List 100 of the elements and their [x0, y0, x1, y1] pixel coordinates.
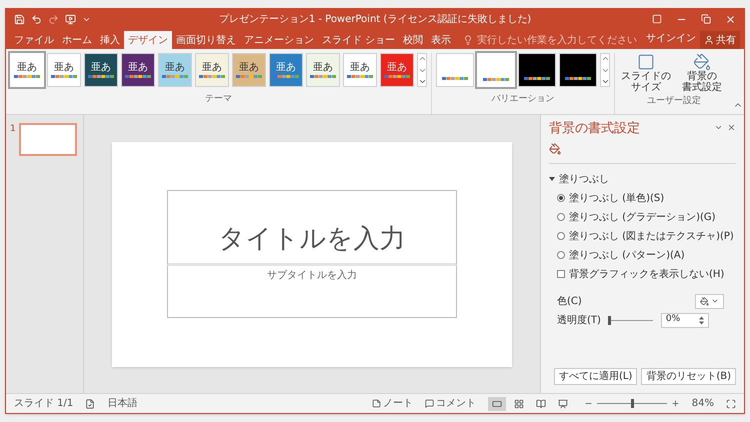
slide-thumbnail[interactable]: [18, 123, 77, 156]
section-header[interactable]: 塗りつぶし: [549, 172, 736, 186]
restore-icon[interactable]: [701, 14, 711, 24]
color-swatch-icon: [88, 74, 114, 78]
slide-number: 1: [10, 123, 16, 136]
undo-icon[interactable]: [31, 14, 42, 24]
ribbon-tab[interactable]: ファイル: [10, 31, 58, 49]
ribbon-tab[interactable]: デザイン: [124, 31, 172, 49]
slide-size-button[interactable]: スライドの サイズ: [619, 53, 673, 97]
color-swatch-icon: [565, 77, 591, 80]
comment-icon: [424, 399, 434, 408]
proofing-icon[interactable]: [85, 398, 96, 408]
theme-sample-text: 亜あ: [165, 62, 185, 72]
ribbon-tab[interactable]: ホーム: [58, 31, 96, 49]
variant-thumbnail[interactable]: [559, 53, 597, 87]
normal-view-icon: [492, 398, 502, 408]
checkbox[interactable]: [557, 270, 565, 278]
radio-option[interactable]: 塗りつぶし (パターン)(A): [549, 248, 736, 262]
radio-button[interactable]: [557, 251, 565, 259]
window-title: プレゼンテーション1 - PowerPoint (ライセンス認証に失敗しました): [218, 12, 532, 26]
theme-thumbnail[interactable]: 亜あ: [84, 53, 118, 87]
radio-button[interactable]: [557, 232, 565, 240]
color-swatch-icon: [273, 74, 299, 78]
close-icon[interactable]: [727, 123, 736, 132]
theme-thumbnail[interactable]: 亜あ: [195, 53, 229, 87]
theme-sample-text: 亜あ: [91, 62, 111, 72]
color-swatch-icon: [384, 74, 410, 78]
theme-sample-text: 亜あ: [387, 62, 407, 72]
theme-thumbnail[interactable]: 亜あ: [306, 53, 340, 87]
color-picker-button[interactable]: [695, 294, 724, 308]
theme-thumbnail[interactable]: 亜あ: [269, 53, 303, 87]
transparency-slider-thumb[interactable]: [608, 316, 611, 324]
color-swatch-icon: [483, 78, 509, 81]
variant-thumbnail[interactable]: [436, 53, 474, 87]
ribbon-tab[interactable]: 挿入: [96, 31, 124, 49]
group-label: ユーザー設定: [647, 95, 701, 108]
slideshow-icon[interactable]: [65, 14, 76, 24]
notes-icon: [372, 399, 381, 408]
theme-sample-text: 亜あ: [128, 62, 148, 72]
color-swatch-icon: [125, 74, 151, 78]
sign-in-link[interactable]: サインイン: [642, 31, 700, 49]
theme-thumbnail[interactable]: 亜あ: [380, 53, 414, 87]
color-swatch-icon: [310, 74, 336, 78]
ribbon-tab[interactable]: 画面切り替え: [172, 31, 240, 49]
group-label: テーマ: [205, 93, 232, 106]
theme-thumbnail[interactable]: 亜あ: [232, 53, 266, 87]
radio-button[interactable]: [557, 213, 565, 221]
theme-thumbnail[interactable]: 亜あ: [158, 53, 192, 87]
variant-thumbnail[interactable]: [477, 53, 515, 87]
zoom-slider-thumb[interactable]: [630, 399, 634, 408]
theme-thumbnail[interactable]: 亜あ: [343, 53, 377, 87]
theme-thumbnail[interactable]: 亜あ: [47, 53, 81, 87]
theme-thumbnail[interactable]: 亜あ: [121, 53, 155, 87]
radio-option[interactable]: 塗りつぶし (図またはテクスチャ)(P): [549, 228, 736, 244]
pane-button[interactable]: 背景のリセット(B): [641, 368, 736, 385]
view-button[interactable]: [488, 396, 506, 410]
save-icon[interactable]: [14, 14, 25, 24]
close-icon[interactable]: [725, 14, 736, 24]
theme-sample-text: 亜あ: [17, 62, 37, 72]
scroll-up-icon[interactable]: [418, 54, 427, 63]
notes-button[interactable]: ノート: [372, 396, 413, 411]
background-button[interactable]: 背景の 書式設定: [675, 53, 729, 97]
fit-slide-icon[interactable]: [726, 398, 736, 408]
slide-icon: [637, 53, 655, 71]
transparency-field[interactable]: 0%: [660, 312, 709, 328]
radio-button[interactable]: [557, 194, 565, 202]
theme-thumbnail[interactable]: 亜あ: [10, 53, 44, 87]
color-swatch-icon: [236, 74, 262, 78]
scroll-up-icon[interactable]: [601, 54, 610, 63]
ribbon-tab[interactable]: 表示: [427, 31, 456, 49]
themes-more-icon[interactable]: [418, 77, 427, 86]
theme-sample-text: 亜あ: [239, 62, 259, 72]
ribbon-tab[interactable]: スライド ショー: [318, 31, 400, 49]
caret-icon: [711, 297, 719, 305]
group-label: バリエーション: [492, 93, 554, 106]
paint-bucket-icon: [700, 296, 709, 306]
pane-button[interactable]: すべてに適用(L): [554, 368, 638, 385]
zoom-in-icon[interactable]: [670, 399, 680, 408]
color-swatch-icon: [347, 74, 373, 78]
fill-category-icon[interactable]: [549, 142, 561, 154]
theme-sample-text: 亜あ: [54, 62, 74, 72]
comments-button[interactable]: コメント: [424, 396, 476, 411]
variant-thumbnail[interactable]: [518, 53, 556, 87]
sorter-view-icon: [514, 398, 524, 408]
ribbon-tab[interactable]: 校閲: [399, 31, 428, 49]
expanded-triangle-icon: [549, 176, 555, 182]
color-swatch-icon: [162, 74, 188, 78]
pane-options-icon[interactable]: [714, 123, 723, 132]
radio-option[interactable]: 塗りつぶし (単色)(S): [549, 190, 736, 206]
radio-option[interactable]: 塗りつぶし (グラデーション)(G): [549, 210, 736, 224]
checkbox-option[interactable]: 背景グラフィックを表示しない(H): [549, 266, 736, 282]
tell-me-field[interactable]: 実行したい作業を入力してください: [463, 31, 642, 49]
color-swatch-icon: [199, 74, 225, 78]
theme-sample-text: 亜あ: [350, 62, 370, 72]
person-icon: [704, 35, 714, 45]
share-button[interactable]: 共有: [700, 31, 740, 49]
ribbon-options-icon[interactable]: [652, 14, 662, 24]
variants-more-icon[interactable]: [601, 77, 610, 86]
ribbon-tab[interactable]: アニメーション: [240, 31, 318, 49]
tell-me-input[interactable]: 実行したい作業を入力してください: [477, 32, 642, 48]
